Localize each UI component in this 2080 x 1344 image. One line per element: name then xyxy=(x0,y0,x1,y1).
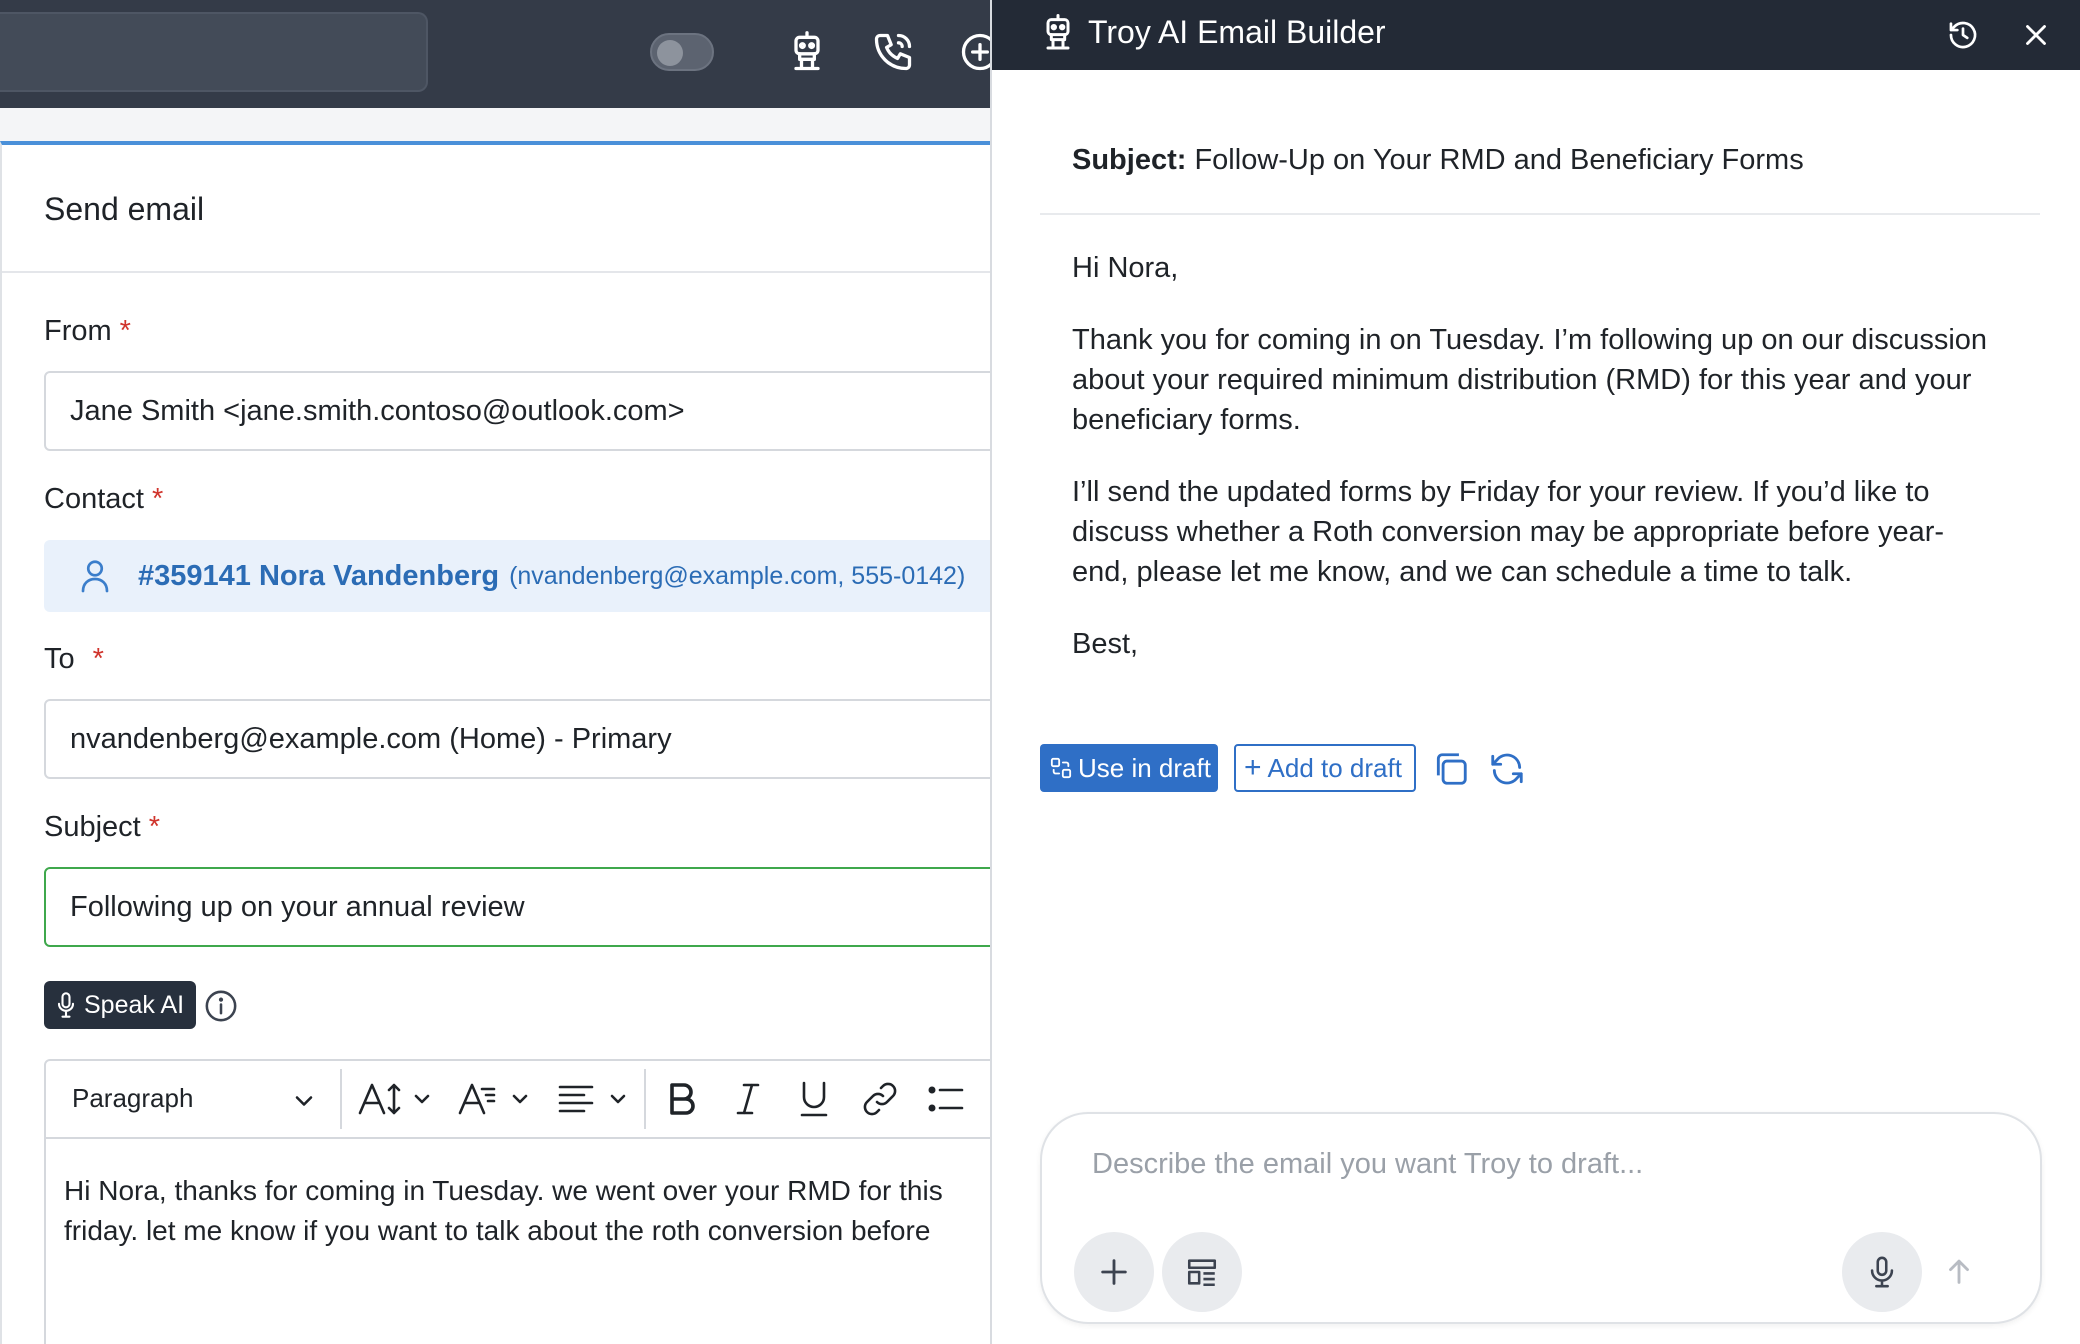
to-field[interactable]: nvandenberg@example.com (Home) - Primary xyxy=(44,699,995,779)
editor-body[interactable]: Hi Nora, thanks for coming in Tuesday. w… xyxy=(64,1171,995,1251)
left-app: Send email From * Jane Smith <jane.smith.… xyxy=(0,0,995,1344)
editor-toolbar: Paragraph xyxy=(46,1061,995,1139)
plus-icon xyxy=(1097,1255,1131,1289)
speak-ai-button[interactable]: Speak AI xyxy=(44,981,197,1029)
attach-button[interactable] xyxy=(1074,1232,1154,1312)
link-icon[interactable] xyxy=(860,1079,900,1119)
phone-icon[interactable] xyxy=(871,30,915,74)
speak-ai-label: Speak AI xyxy=(84,990,185,1019)
underline-icon[interactable] xyxy=(794,1079,834,1119)
bold-icon[interactable] xyxy=(662,1079,702,1119)
to-value: nvandenberg@example.com (Home) - Primary xyxy=(70,722,672,755)
required-mark: * xyxy=(151,483,164,515)
panel-title: Send email xyxy=(44,191,205,227)
add-to-draft-label: Add to draft xyxy=(1267,752,1402,783)
contact-label: Contact * xyxy=(44,483,163,516)
ai-subject-value: Follow-Up on Your RMD and Beneficiary Fo… xyxy=(1194,144,1804,176)
email-greeting: Hi Nora, xyxy=(1072,252,1179,284)
regenerate-icon[interactable] xyxy=(1488,750,1526,788)
contact-chip[interactable]: #359141 Nora Vandenberg (nvandenberg@exa… xyxy=(44,540,995,612)
italic-icon[interactable] xyxy=(728,1079,768,1119)
from-label: From * xyxy=(44,315,131,348)
font-size-icon[interactable] xyxy=(356,1079,436,1119)
required-mark: * xyxy=(148,811,161,843)
person-icon xyxy=(80,558,110,594)
robot-icon[interactable] xyxy=(785,30,829,74)
editor-line: Hi Nora, thanks for coming in Tuesday. w… xyxy=(64,1175,943,1206)
plus-icon: + xyxy=(1244,751,1262,784)
mic-icon xyxy=(1865,1255,1899,1289)
mic-icon xyxy=(56,991,84,1019)
contact-label-text: Contact xyxy=(44,483,144,515)
toggle-knob xyxy=(657,40,683,66)
ai-panel-title: Troy AI Email Builder xyxy=(1088,14,1386,50)
troy-ai-panel: Troy AI Email Builder Subject: Follow-Up… xyxy=(992,0,2080,1344)
editor-line: friday. let me know if you want to talk … xyxy=(64,1215,931,1246)
rich-text-editor: Paragraph Hi Nora, thanks for coming in … xyxy=(44,1059,995,1344)
ai-subject-label: Subject: xyxy=(1072,144,1187,176)
email-paragraph-1: Thank you for coming in on Tuesday. I’m … xyxy=(1072,324,1988,436)
text-style-icon[interactable] xyxy=(456,1079,536,1119)
from-field[interactable]: Jane Smith <jane.smith.contoso@outlook.c… xyxy=(44,371,995,451)
prompt-composer xyxy=(1040,1112,2042,1324)
to-label: To * xyxy=(44,643,104,676)
subject-label: Subject * xyxy=(44,811,160,844)
divider xyxy=(1040,213,2040,215)
divider xyxy=(2,271,995,273)
use-in-draft-label: Use in draft xyxy=(1078,752,1211,783)
send-arrow-icon[interactable] xyxy=(1942,1254,1976,1288)
contact-detail: (nvandenberg@example.com, 555-0142) xyxy=(509,561,966,590)
send-email-panel: Send email From * Jane Smith <jane.smith.… xyxy=(0,141,995,1344)
ai-header: Troy AI Email Builder xyxy=(992,0,2080,70)
ai-subject-line: Subject: Follow-Up on Your RMD and Benef… xyxy=(1072,144,1804,177)
align-icon[interactable] xyxy=(556,1079,636,1119)
top-bar xyxy=(0,0,995,108)
subject-value: Following up on your annual review xyxy=(70,890,525,923)
use-in-draft-button[interactable]: Use in draft xyxy=(1040,744,1218,792)
bullet-list-icon[interactable] xyxy=(926,1079,966,1119)
required-mark: * xyxy=(92,643,104,675)
subject-field[interactable]: Following up on your annual review xyxy=(44,867,995,947)
info-icon[interactable] xyxy=(204,989,238,1023)
from-label-text: From xyxy=(44,315,112,347)
toolbar-divider xyxy=(340,1069,342,1129)
template-button[interactable] xyxy=(1162,1232,1242,1312)
subject-label-text: Subject xyxy=(44,811,141,843)
history-icon[interactable] xyxy=(1946,18,1980,52)
voice-input-button[interactable] xyxy=(1842,1232,1922,1312)
close-icon[interactable] xyxy=(2019,18,2053,52)
required-mark: * xyxy=(119,315,131,347)
chevron-down-icon[interactable] xyxy=(290,1087,318,1115)
swap-icon xyxy=(1050,757,1078,779)
add-to-draft-button[interactable]: + Add to draft xyxy=(1234,744,1416,792)
to-label-text: To xyxy=(44,643,75,675)
robot-icon xyxy=(1038,13,1078,53)
template-icon xyxy=(1185,1255,1219,1289)
email-paragraph-2: I’ll send the updated forms by Friday fo… xyxy=(1072,476,1945,588)
copy-icon[interactable] xyxy=(1432,750,1470,788)
mode-toggle[interactable] xyxy=(650,33,714,71)
block-format-select[interactable]: Paragraph xyxy=(72,1083,193,1114)
toolbar-divider xyxy=(644,1069,646,1129)
email-signoff: Best, xyxy=(1072,628,1139,660)
from-value: Jane Smith <jane.smith.contoso@outlook.c… xyxy=(70,394,685,427)
global-search-bar[interactable] xyxy=(0,12,428,92)
contact-name[interactable]: #359141 Nora Vandenberg xyxy=(138,560,499,593)
prompt-input[interactable] xyxy=(1092,1148,1972,1181)
